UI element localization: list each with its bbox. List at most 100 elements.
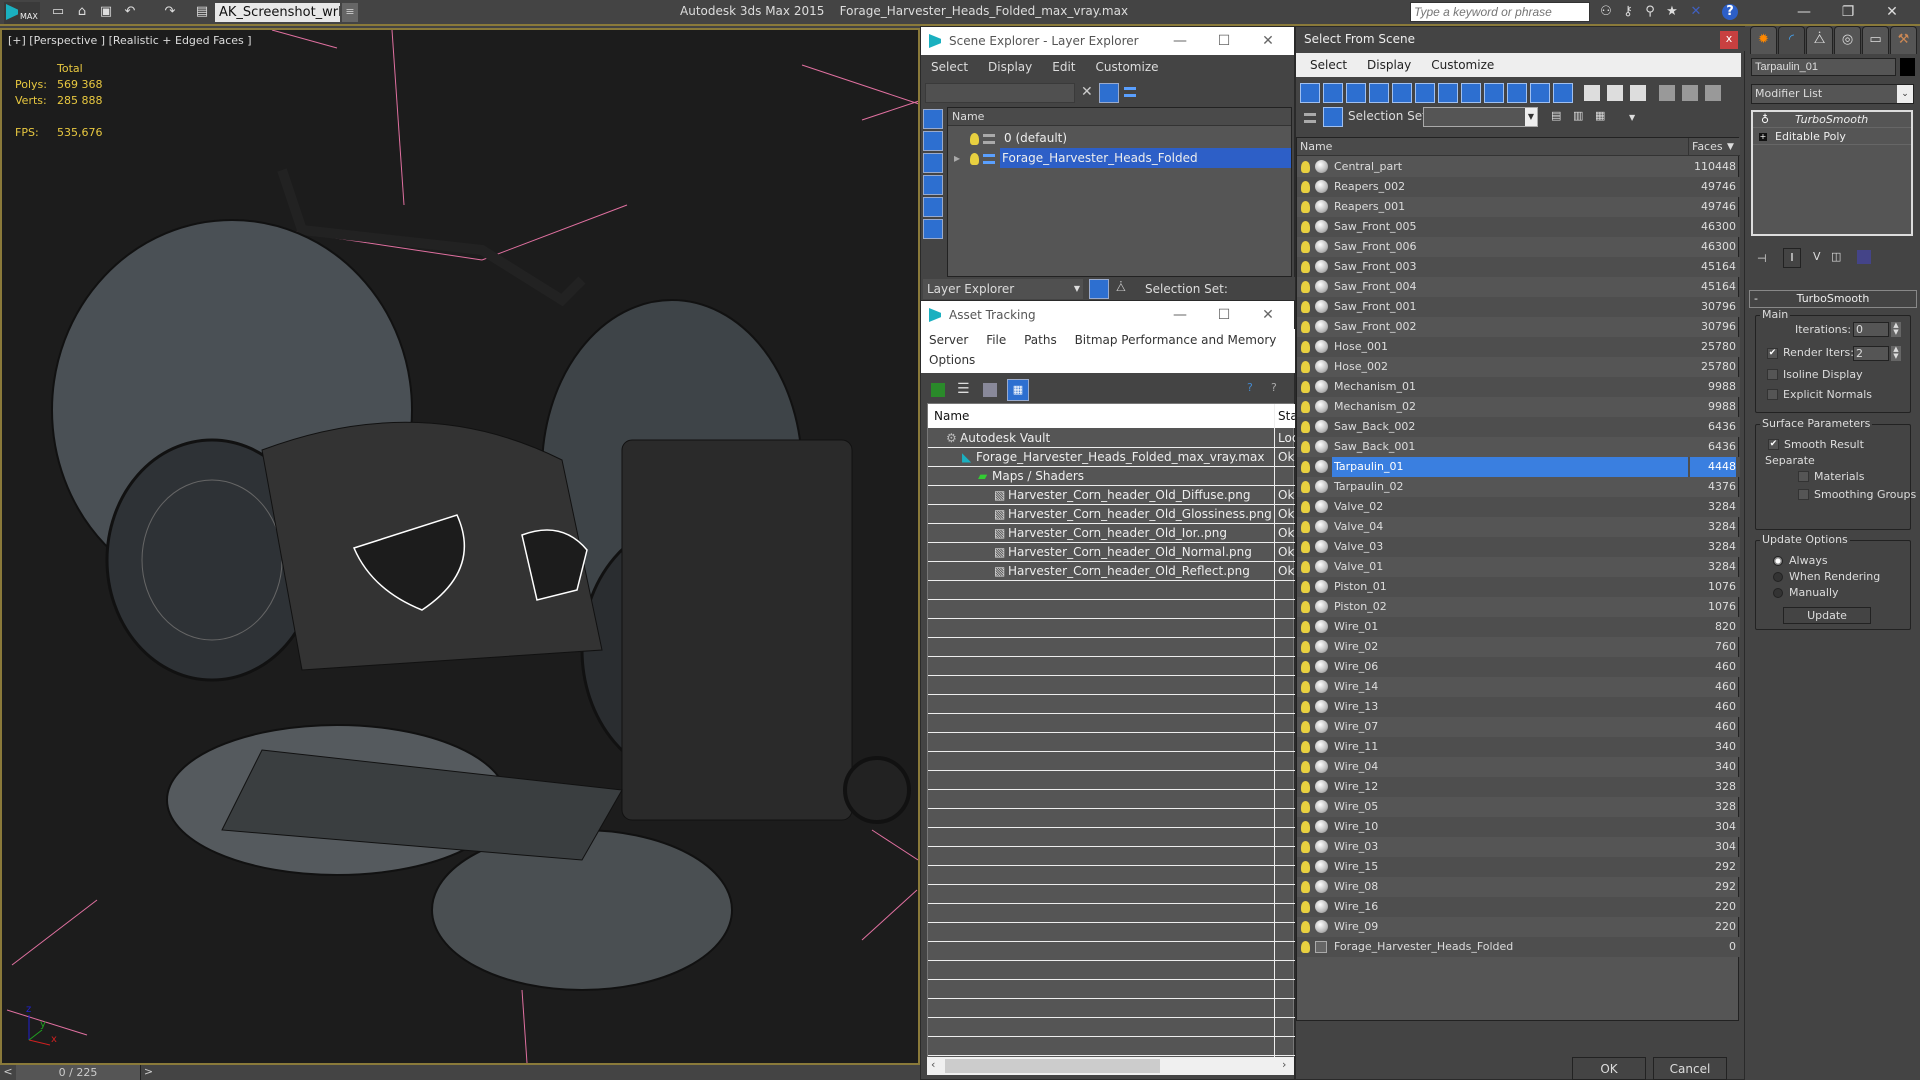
shapes-filter-icon[interactable]	[923, 131, 943, 151]
object-row[interactable]: Wire_09 220	[1297, 917, 1740, 937]
light-bulb-icon[interactable]	[1301, 301, 1310, 313]
filter-options-icon[interactable]	[1682, 85, 1698, 101]
filter-icon[interactable]	[1659, 85, 1675, 101]
hierarchy-view-icon[interactable]	[1323, 107, 1343, 127]
light-bulb-icon[interactable]	[1301, 481, 1310, 493]
find-input[interactable]	[925, 83, 1075, 103]
light-bulb-icon[interactable]	[1301, 921, 1310, 933]
layer-toggle-icon[interactable]	[1304, 111, 1316, 124]
dialog-title[interactable]: Select From Scene	[1296, 27, 1746, 51]
light-bulb-icon[interactable]	[1301, 641, 1310, 653]
object-row[interactable]: Saw_Front_006 46300	[1297, 237, 1740, 257]
refresh-icon[interactable]	[931, 383, 945, 397]
render-iters-spinner[interactable]: 2	[1853, 346, 1889, 361]
layer-row[interactable]: ▸ Forage_Harvester_Heads_Folded	[948, 148, 1291, 168]
menu-display[interactable]: Display	[1357, 53, 1421, 77]
light-bulb-icon[interactable]	[1301, 381, 1310, 393]
display-frozen-icon[interactable]	[1530, 83, 1550, 103]
light-bulb-icon[interactable]	[1301, 821, 1310, 833]
when-rendering-radio[interactable]	[1773, 572, 1783, 582]
workspace-menu-button[interactable]: ≡	[342, 3, 358, 22]
object-row[interactable]: Hose_001 25780	[1297, 337, 1740, 357]
cancel-button[interactable]: Cancel	[1653, 1057, 1727, 1080]
light-bulb-icon[interactable]	[1301, 661, 1310, 673]
light-bulb-icon[interactable]	[1301, 261, 1310, 273]
light-bulb-icon[interactable]	[1301, 241, 1310, 253]
table-view-icon[interactable]: ▦	[1007, 379, 1029, 401]
filter-icon[interactable]	[1099, 83, 1119, 103]
object-row[interactable]: Piston_02 1076	[1297, 597, 1740, 617]
layer-row[interactable]: 0 (default)	[948, 128, 1291, 148]
object-row[interactable]: Wire_10 304	[1297, 817, 1740, 837]
sort-by-layer-icon[interactable]	[1089, 279, 1109, 299]
object-row[interactable]: Wire_11 340	[1297, 737, 1740, 757]
binoculars-icon[interactable]: ⚇	[1598, 4, 1614, 20]
object-row[interactable]: Wire_03 304	[1297, 837, 1740, 857]
help-disabled-icon[interactable]: ?	[1271, 381, 1277, 394]
light-bulb-icon[interactable]	[1301, 721, 1310, 733]
star-icon[interactable]: ★	[1664, 4, 1680, 20]
x-icon[interactable]: ✕	[1688, 4, 1704, 20]
object-name-field[interactable]	[1751, 58, 1896, 76]
object-row[interactable]: Valve_02 3284	[1297, 497, 1740, 517]
object-row[interactable]: Wire_07 460	[1297, 717, 1740, 737]
isoline-display-checkbox[interactable]	[1767, 369, 1778, 380]
new-file-icon[interactable]: ▭	[50, 4, 66, 20]
display-tab[interactable]: ▭	[1862, 26, 1889, 54]
manually-radio[interactable]	[1773, 588, 1783, 598]
object-row[interactable]: Reapers_001 49746	[1297, 197, 1740, 217]
asset-row[interactable]: ▧ Harvester_Corn_header_Old_Reflect.png Ok	[928, 562, 1295, 581]
object-row[interactable]: Wire_14 460	[1297, 677, 1740, 697]
object-row[interactable]: Saw_Front_003 45164	[1297, 257, 1740, 277]
smooth-result-checkbox[interactable]: ✔	[1768, 439, 1779, 450]
perspective-viewport[interactable]: [+] [Perspective ] [Realistic + Edged Fa…	[0, 28, 920, 1065]
display-containers-icon[interactable]	[1507, 83, 1527, 103]
light-bulb-icon[interactable]	[1301, 181, 1310, 193]
light-bulb-icon[interactable]	[1301, 561, 1310, 573]
object-row[interactable]: Wire_01 820	[1297, 617, 1740, 637]
maximize-button[interactable]: ☐	[1202, 27, 1246, 55]
hierarchy-tab[interactable]: ⧊	[1806, 26, 1833, 54]
more-options-icon[interactable]: ▼	[1629, 113, 1635, 122]
selection-set-dropdown[interactable]: ▼	[1423, 107, 1538, 127]
render-iters-checkbox[interactable]: ✔	[1767, 348, 1778, 359]
minimize-button[interactable]: —	[1158, 27, 1202, 55]
add-to-set-icon[interactable]: ▥	[1573, 109, 1583, 122]
light-bulb-icon[interactable]	[1301, 741, 1310, 753]
light-bulb-icon[interactable]	[1301, 841, 1310, 853]
display-geometry-icon[interactable]	[1300, 83, 1320, 103]
app-menu-button[interactable]: MAX	[4, 2, 40, 24]
object-row[interactable]: Wire_06 460	[1297, 657, 1740, 677]
motion-tab[interactable]: ◎	[1834, 26, 1861, 54]
list-view-icon[interactable]: ☰	[957, 381, 970, 397]
iterations-spinner[interactable]: 0	[1853, 322, 1889, 337]
pin-stack-icon[interactable]: ⊣	[1757, 252, 1767, 265]
lights-filter-icon[interactable]	[923, 153, 943, 173]
menu-edit[interactable]: Edit	[1042, 57, 1085, 77]
light-bulb-icon[interactable]	[1301, 421, 1310, 433]
name-column-header[interactable]: Name	[934, 404, 969, 428]
object-row[interactable]: Valve_04 3284	[1297, 517, 1740, 537]
render-iters-spinner-arrows[interactable]: ▲ ▼	[1891, 346, 1901, 361]
light-bulb-icon[interactable]	[1301, 321, 1310, 333]
maximize-button[interactable]: ☐	[1202, 301, 1246, 329]
object-row[interactable]: Valve_03 3284	[1297, 537, 1740, 557]
restore-button[interactable]: ❐	[1826, 2, 1870, 22]
display-shapes-icon[interactable]	[1323, 83, 1343, 103]
turbosmooth-rollout-header[interactable]: - TurboSmooth	[1749, 290, 1917, 308]
display-hidden-icon[interactable]	[1553, 83, 1573, 103]
open-file-icon[interactable]: ⌂	[74, 4, 90, 20]
menu-select[interactable]: Select	[921, 57, 978, 77]
sort-desc-icon[interactable]: ▼	[1727, 138, 1734, 156]
name-column-header[interactable]: Name	[1300, 138, 1332, 156]
light-bulb-icon[interactable]	[1301, 221, 1310, 233]
light-bulb-icon[interactable]	[1301, 401, 1310, 413]
save-icon[interactable]: ▣	[98, 4, 114, 20]
light-bulb-icon[interactable]	[1301, 201, 1310, 213]
object-row[interactable]: Valve_01 3284	[1297, 557, 1740, 577]
name-column-header[interactable]: Name	[948, 108, 1291, 126]
cameras-filter-icon[interactable]	[923, 175, 943, 195]
scene-explorer-titlebar[interactable]: Scene Explorer - Layer Explorer — ☐ ✕	[921, 27, 1294, 55]
light-bulb-icon[interactable]	[1301, 281, 1310, 293]
light-bulb-icon[interactable]	[970, 132, 979, 145]
